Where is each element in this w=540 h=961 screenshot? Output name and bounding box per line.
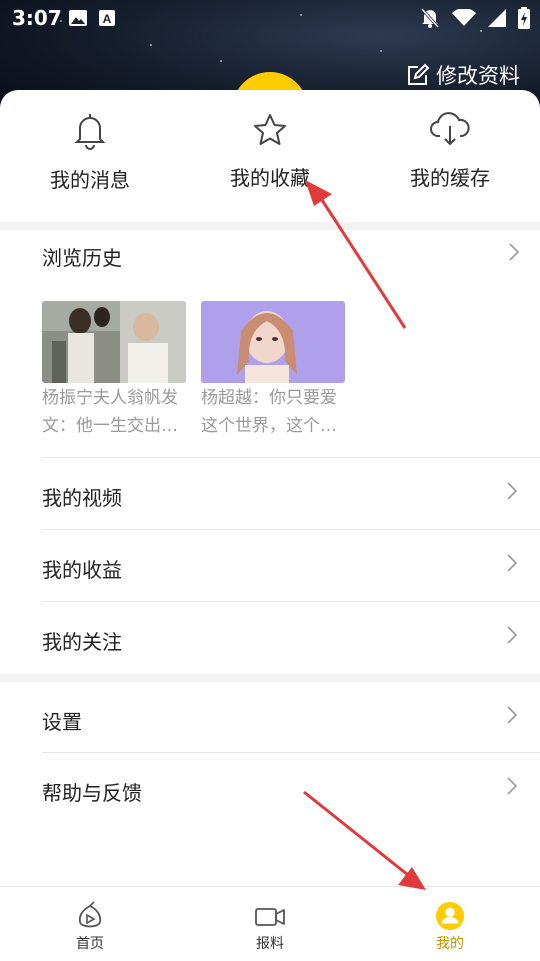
menu-item-label: 帮助与反馈 <box>42 781 142 805</box>
menu-item-my-following[interactable]: 我的关注 <box>42 602 524 674</box>
chevron-right-icon <box>507 626 518 644</box>
chevron-right-icon <box>507 554 518 572</box>
star-dot <box>150 44 152 46</box>
notifications-off-icon <box>420 8 440 28</box>
edit-profile-label: 修改资料 <box>436 64 520 88</box>
nav-label: 首页 <box>76 936 104 952</box>
my-messages-button[interactable]: 我的消息 <box>0 112 180 193</box>
star-dot <box>220 60 222 62</box>
history-thumbnail[interactable] <box>201 301 345 383</box>
cloud-download-icon <box>430 112 470 146</box>
status-time: 3:07 <box>12 6 62 30</box>
chevron-right-icon <box>507 706 518 724</box>
star-dot <box>380 50 382 52</box>
history-caption[interactable]: 杨超越：你只要爱 这个世界，这个… <box>201 384 351 440</box>
my-cache-button[interactable]: 我的缓存 <box>360 112 540 191</box>
quick-actions: 我的消息 我的收藏 我的缓存 <box>0 90 540 222</box>
menu-item-settings[interactable]: 设置 <box>42 682 524 754</box>
signal-icon <box>488 9 506 27</box>
my-cache-label: 我的缓存 <box>410 166 490 190</box>
history-caption[interactable]: 杨振宁夫人翁帆发 文：他一生交出… <box>42 384 192 440</box>
section-separator <box>0 222 540 230</box>
home-play-icon <box>78 901 102 928</box>
my-favorites-button[interactable]: 我的收藏 <box>180 112 360 191</box>
star-icon <box>254 114 286 145</box>
my-favorites-label: 我的收藏 <box>230 166 310 190</box>
history-thumbnail[interactable] <box>42 301 186 383</box>
menu-item-label: 设置 <box>42 710 82 734</box>
bell-icon <box>74 114 106 150</box>
svg-text:A: A <box>103 12 112 26</box>
menu-item-label: 我的收益 <box>42 558 122 582</box>
history-caption-line: 杨振宁夫人翁帆发 <box>42 388 178 408</box>
nav-label: 报料 <box>256 936 284 952</box>
nav-home[interactable]: 首页 <box>0 887 180 961</box>
history-caption-line: 这个世界，这个… <box>201 416 337 436</box>
chevron-right-icon <box>507 777 518 795</box>
nav-label: 我的 <box>436 936 464 952</box>
history-caption-line: 文：他一生交出… <box>42 416 178 436</box>
menu-item-help-feedback[interactable]: 帮助与反馈 <box>42 753 524 825</box>
chevron-right-icon[interactable] <box>508 242 520 262</box>
edit-icon <box>408 63 430 85</box>
user-icon <box>435 901 465 931</box>
menu-item-label: 我的关注 <box>42 630 122 654</box>
edit-profile-button[interactable]: 修改资料 <box>406 60 520 90</box>
menu-item-my-earnings[interactable]: 我的收益 <box>42 530 524 602</box>
nav-report[interactable]: 报料 <box>180 887 360 961</box>
profile-card: 我的消息 我的收藏 我的缓存 浏览历史 杨振宁夫人翁帆发 文：他一生交出… 杨超… <box>0 90 540 960</box>
battery-charging-icon <box>518 7 530 29</box>
nav-me[interactable]: 我的 <box>360 887 540 961</box>
section-separator <box>0 674 540 682</box>
menu-item-my-videos[interactable]: 我的视频 <box>42 458 524 530</box>
wifi-icon <box>452 9 476 26</box>
my-messages-label: 我的消息 <box>50 168 130 192</box>
chevron-right-icon <box>507 482 518 500</box>
font-a-icon: A <box>99 10 115 26</box>
history-title[interactable]: 浏览历史 <box>42 242 122 271</box>
history-caption-line: 杨超越：你只要爱 <box>201 388 337 408</box>
bottom-nav: 首页 报料 我的 <box>0 886 540 961</box>
status-bar: 3:07 A <box>0 0 540 36</box>
image-icon <box>69 10 87 26</box>
menu-item-label: 我的视频 <box>42 486 122 510</box>
video-camera-icon <box>255 908 285 926</box>
